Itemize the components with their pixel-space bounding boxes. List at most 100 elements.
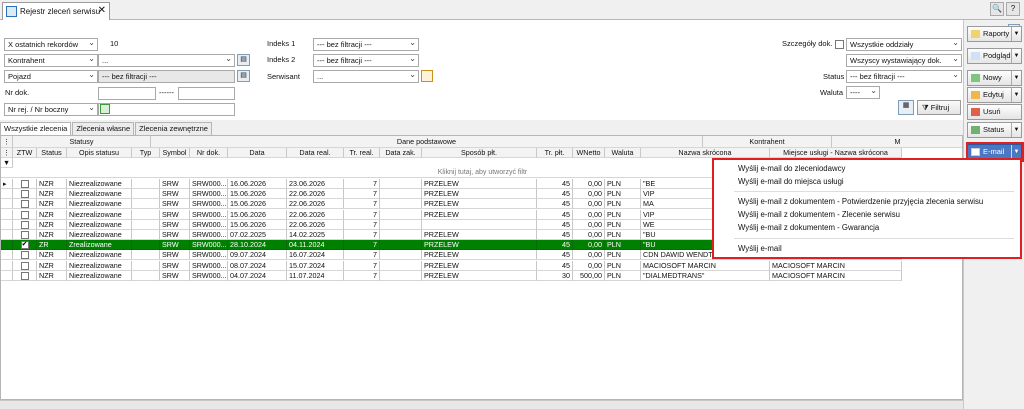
menu-email-gwarancja[interactable]: Wyślij e-mail z dokumentem - Gwarancja	[738, 222, 879, 234]
raporty-button[interactable]: Raporty ▼	[967, 26, 1022, 42]
checkbox[interactable]	[20, 220, 29, 229]
table-row[interactable]: NZR Niezrealizowane SRW SRW000... 04.07.2024…	[1, 270, 902, 281]
ztw-checkbox[interactable]	[13, 199, 37, 210]
status-select[interactable]: --- bez filtracji ---	[846, 70, 962, 83]
nowy-button[interactable]: Nowy ▼	[967, 70, 1022, 86]
szczegoly-checkbox[interactable]	[835, 40, 844, 49]
ztw-checkbox[interactable]	[13, 179, 37, 189]
filtruj-button[interactable]: ⧩ Filtruj	[917, 100, 961, 115]
column-header[interactable]: ZTW	[13, 148, 37, 158]
chevron-down-icon[interactable]: ▼	[1011, 123, 1021, 137]
checkbox[interactable]: ✔	[20, 241, 29, 250]
checkbox[interactable]	[20, 190, 29, 199]
ztw-checkbox[interactable]	[13, 270, 37, 281]
checkbox[interactable]	[20, 251, 29, 260]
tab-zlecenia-zewnetrzne[interactable]: Zlecenia zewnętrzne	[135, 122, 212, 135]
table-row[interactable]: NZR Niezrealizowane SRW SRW000... 08.07.2024…	[1, 260, 902, 271]
column-header[interactable]: Tr. płt.	[537, 148, 573, 158]
usun-button[interactable]: Usuń	[967, 104, 1022, 120]
nr-dok-from-input[interactable]	[98, 87, 156, 100]
checkbox[interactable]	[20, 271, 29, 280]
menu-email-potwierdzenie[interactable]: Wyślij e-mail z dokumentem - Potwierdzen…	[738, 196, 983, 208]
row-indicator	[1, 260, 13, 271]
ztw-checkbox[interactable]	[13, 230, 37, 240]
ztw-checkbox[interactable]	[13, 260, 37, 271]
column-header[interactable]: Nazwa skrócona	[641, 148, 770, 158]
ztw-checkbox[interactable]	[13, 219, 37, 230]
tab-zlecenia-wlasne[interactable]: Zlecenia własne	[72, 122, 135, 135]
table-cell: NZR	[37, 199, 67, 210]
column-header[interactable]: Opis statusu	[67, 148, 132, 158]
excel-icon[interactable]	[100, 104, 110, 114]
table-cell	[132, 260, 160, 271]
checkbox[interactable]	[20, 261, 29, 270]
checkbox[interactable]	[20, 200, 29, 209]
email-dropdown-menu: Wyślij e-mail do zleceniodawcy Wyślij e-…	[712, 158, 1022, 259]
close-icon[interactable]: ✕	[98, 5, 106, 16]
help-icon[interactable]: ?	[1006, 2, 1020, 16]
checkbox[interactable]	[20, 231, 29, 239]
menu-email-zleceniodawca[interactable]: Wyślij e-mail do zleceniodawcy	[738, 163, 845, 175]
column-header[interactable]: Symbol	[160, 148, 190, 158]
nr-dok-to-input[interactable]	[178, 87, 235, 100]
menu-email-generic[interactable]: Wyślij e-mail	[738, 243, 782, 255]
checkbox[interactable]	[20, 180, 29, 188]
column-header[interactable]: Data	[228, 148, 287, 158]
column-header[interactable]: Miejsce usługi - Nazwa skrócona	[770, 148, 902, 158]
table-cell: 7	[344, 250, 380, 261]
column-header[interactable]: Data zak.	[380, 148, 422, 158]
chevron-down-icon[interactable]: ▼	[1011, 49, 1021, 63]
table-cell	[132, 189, 160, 200]
wystawiajacy-select[interactable]: Wszyscy wystawiający dok.	[846, 54, 962, 67]
ztw-checkbox[interactable]: ✔	[13, 240, 37, 251]
podglad-button[interactable]: Podgląd ▼	[967, 48, 1022, 64]
menu-email-zlecenie[interactable]: Wyślij e-mail z dokumentem - Zlecenie se…	[738, 209, 900, 221]
column-header[interactable]: Status	[37, 148, 67, 158]
oddzialy-select[interactable]: Wszystkie oddziały	[846, 38, 962, 51]
kontrahent-lookup-icon[interactable]: ▤	[237, 54, 250, 66]
pojazd-input[interactable]: --- bez filtracji ---	[98, 70, 235, 83]
table-cell: PLN	[605, 179, 641, 189]
column-header[interactable]: Data real.	[287, 148, 344, 158]
ztw-checkbox[interactable]	[13, 209, 37, 220]
table-cell: 45	[537, 250, 573, 261]
edytuj-button[interactable]: Edytuj ▼	[967, 87, 1022, 103]
column-header[interactable]: Waluta	[605, 148, 641, 158]
nr-rej-input[interactable]	[98, 103, 235, 116]
chevron-down-icon[interactable]: ▼	[1011, 27, 1021, 41]
serwisant-select[interactable]: ...	[313, 70, 419, 83]
tab-wszystkie-zlecenia[interactable]: Wszystkie zlecenia	[0, 122, 72, 135]
pojazd-label-select[interactable]: Pojazd	[4, 70, 98, 83]
nr-rej-label-select[interactable]: Nr rej. / Nr boczny	[4, 103, 98, 116]
records-mode-select[interactable]: X ostatnich rekordów	[4, 38, 98, 51]
chevron-down-icon[interactable]: ▼	[1011, 71, 1021, 85]
chevron-down-icon[interactable]: ▼	[1011, 88, 1021, 102]
waluta-select[interactable]: ----	[846, 86, 880, 99]
row-indicator	[1, 189, 13, 200]
column-header[interactable]: Tr. real.	[344, 148, 380, 158]
horizontal-scrollbar[interactable]	[0, 400, 963, 409]
calendar-icon[interactable]: ▦	[898, 100, 914, 115]
kontrahent-label-select[interactable]: Kontrahent	[4, 54, 98, 67]
status-button[interactable]: Status ▼	[967, 122, 1022, 138]
ztw-checkbox[interactable]	[13, 250, 37, 261]
column-header[interactable]: Sposób płt.	[422, 148, 537, 158]
kontrahent-input[interactable]: ...	[98, 54, 235, 67]
records-count-field[interactable]: 10	[110, 38, 118, 50]
checkbox[interactable]	[20, 210, 29, 219]
column-header[interactable]: WNetto	[573, 148, 605, 158]
column-header[interactable]: Typ	[132, 148, 160, 158]
zoom-icon[interactable]: 🔍	[990, 2, 1004, 16]
table-cell: SRW	[160, 209, 190, 220]
tab-rejestr-zlecen[interactable]: Rejestr zleceń serwisu ✕	[2, 2, 110, 20]
indeks1-select[interactable]: --- bez filtracji ---	[313, 38, 419, 51]
table-cell: SRW000...	[190, 270, 228, 281]
table-cell: 7	[344, 230, 380, 240]
menu-email-miejsce-uslugi[interactable]: Wyślij e-mail do miejsca usługi	[738, 176, 844, 188]
pojazd-lookup-icon[interactable]: ▤	[237, 70, 250, 82]
user-icon[interactable]	[421, 70, 433, 82]
indeks2-select[interactable]: --- bez filtracji ---	[313, 54, 419, 67]
ztw-checkbox[interactable]	[13, 189, 37, 200]
column-header[interactable]: Nr dok.	[190, 148, 228, 158]
delete-icon	[971, 108, 980, 116]
